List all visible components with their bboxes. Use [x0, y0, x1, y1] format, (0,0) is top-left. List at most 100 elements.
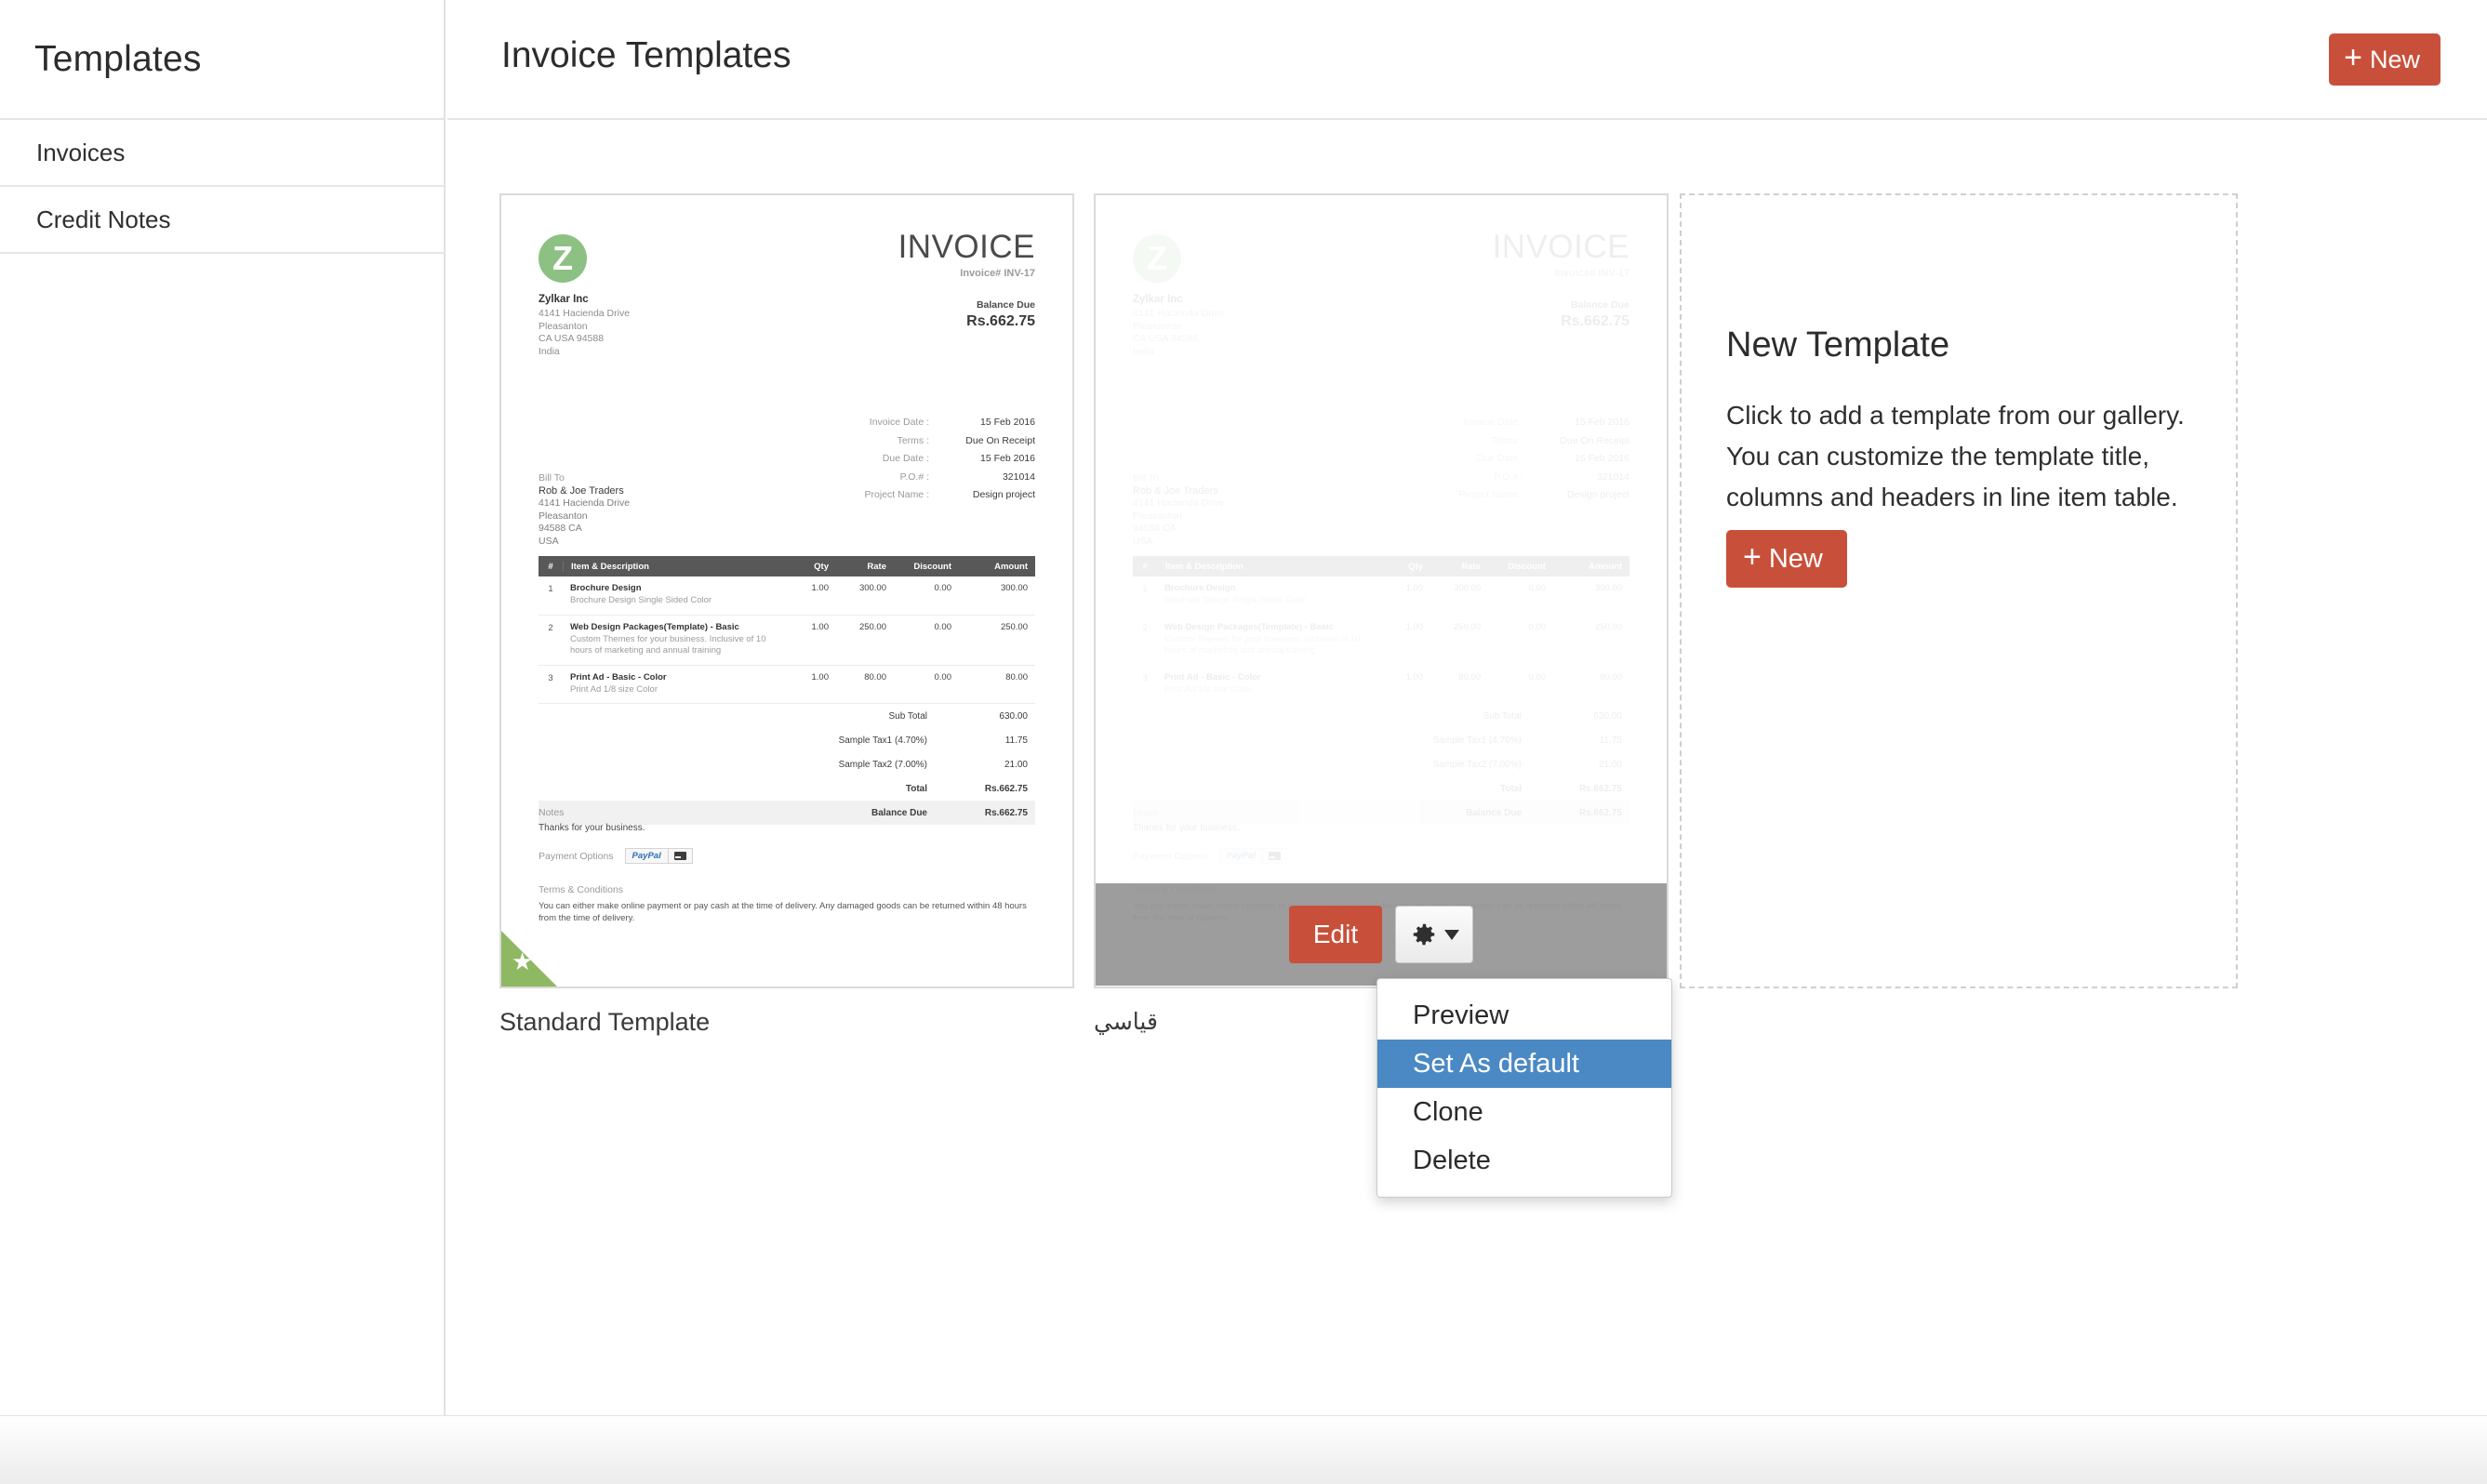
dropdown-item-delete[interactable]: Delete [1377, 1136, 1671, 1185]
column-header: Rate [867, 561, 886, 572]
notes-section: Notes Thanks for your business. Payment … [539, 807, 1035, 924]
row-qty: 1.00 [811, 671, 830, 682]
meta-row: P.O.# : 321014 [728, 471, 1035, 483]
bill-to-address: 4141 Hacienda Drive Pleasanton 94588 CA … [539, 497, 631, 547]
meta-key: Due Date : [882, 453, 929, 464]
plus-icon: + [2344, 40, 2362, 75]
meta-value: Design project [1566, 489, 1629, 500]
total-row-tax1: Sample Tax1 (4.70%) 11.75 [1133, 728, 1629, 752]
total-label: Sample Tax1 (4.70%) [1432, 735, 1522, 746]
meta-key: P.O.# : [899, 470, 929, 483]
document-type-heading: INVOICE [898, 229, 1035, 265]
bill-to-name: Rob & Joe Traders [1133, 484, 1218, 497]
item-name: Brochure Design [1164, 583, 1236, 593]
total-row-total: Total Rs.662.75 [539, 776, 1035, 801]
meta-key: P.O.# : [1494, 470, 1523, 483]
item-desc: Brochure Design Single Sided Color [1164, 595, 1307, 605]
row-description: Web Design Packages(Template) - Basic Cu… [1157, 622, 1375, 657]
column-header: Discount [913, 561, 951, 572]
credit-card-icon [1261, 849, 1286, 863]
row-discount: 0.00 [934, 671, 952, 682]
gear-icon [1413, 923, 1434, 946]
item-name: Print Ad - Basic - Color [1164, 671, 1261, 682]
star-icon: ★ [512, 947, 534, 975]
meta-row: Project Name : Design project [728, 489, 1035, 500]
meta-key: Terms : [897, 434, 929, 446]
total-value: Rs.662.75 [1578, 783, 1622, 794]
edit-template-button[interactable]: Edit [1289, 906, 1382, 963]
sidebar: Templates Invoices Credit Notes [0, 0, 446, 1484]
row-amount: 80.00 [1005, 671, 1028, 682]
total-value: 630.00 [1593, 710, 1622, 722]
total-row-tax1: Sample Tax1 (4.70%) 11.75 [539, 728, 1035, 752]
table-row: 3 Print Ad - Basic - Color Print Ad 1/8 … [539, 666, 1035, 704]
meta-value: 321014 [1002, 470, 1035, 483]
new-template-button-top[interactable]: + New [2329, 33, 2440, 86]
payment-options-label: Payment Options [539, 850, 614, 862]
table-row: 3 Print Ad - Basic - Color Print Ad 1/8 … [1133, 666, 1629, 704]
company-logo-icon: Z [539, 234, 587, 283]
total-label: Sub Total [888, 710, 927, 722]
template-card-arabic[interactable]: Z Zylkar Inc 4141 Hacienda Drive Pleasan… [1094, 193, 1669, 988]
total-label: Sample Tax1 (4.70%) [838, 735, 927, 746]
templates-page: Templates Invoices Credit Notes Invoice … [0, 0, 2487, 1484]
item-desc: Brochure Design Single Sided Color [570, 595, 712, 605]
template-card-standard[interactable]: Z Zylkar Inc 4141 Hacienda Drive Pleasan… [499, 193, 1074, 988]
column-header: Amount [994, 561, 1028, 572]
row-description: Print Ad - Basic - Color Print Ad 1/8 si… [1157, 672, 1375, 696]
meta-value: 15 Feb 2016 [980, 417, 1035, 428]
invoice-number: Invoice# INV-17 [960, 268, 1035, 279]
row-discount: 0.00 [1528, 583, 1547, 593]
bill-to-address: 4141 Hacienda Drive Pleasanton 94588 CA … [1133, 497, 1225, 547]
total-label: Sub Total [1483, 710, 1522, 722]
new-template-description: Click to add a template from our gallery… [1726, 401, 2185, 511]
dropdown-item-set-as-default[interactable]: Set As default [1377, 1040, 1671, 1088]
meta-key: Project Name : [1458, 489, 1523, 500]
invoice-header: Z Zylkar Inc 4141 Hacienda Drive Pleasan… [539, 229, 1035, 368]
balance-due-value: Rs.662.75 [1561, 313, 1629, 329]
row-description: Print Ad - Basic - Color Print Ad 1/8 si… [563, 672, 780, 696]
meta-key: Due Date : [1476, 453, 1523, 464]
new-template-panel[interactable]: New Template Click to add a template fro… [1680, 193, 2238, 988]
item-name: Print Ad - Basic - Color [570, 671, 667, 682]
new-template-button-panel[interactable]: + New [1726, 530, 1847, 588]
row-number: 2 [548, 622, 553, 633]
dropdown-item-label: Preview [1413, 1000, 1509, 1030]
meta-row: Due Date : 15 Feb 2016 [1323, 453, 1629, 464]
total-row-total: Total Rs.662.75 [1133, 776, 1629, 801]
row-discount: 0.00 [1528, 671, 1547, 682]
sidebar-header: Templates [0, 0, 444, 120]
sidebar-item-invoices[interactable]: Invoices [0, 120, 444, 187]
meta-row: P.O.# : 321014 [1323, 471, 1629, 483]
org-address: 4141 Hacienda Drive Pleasanton CA USA 94… [539, 308, 631, 357]
meta-row: Invoice Date : 15 Feb 2016 [1323, 417, 1629, 428]
payment-options: Payment Options PayPal [539, 848, 1035, 864]
meta-row: Terms : Due On Receipt [728, 435, 1035, 446]
notes-label: Notes [1133, 807, 1159, 818]
dropdown-item-clone[interactable]: Clone [1377, 1088, 1671, 1136]
bill-to-label: Bill To [1133, 472, 1159, 484]
meta-value: 15 Feb 2016 [1575, 417, 1629, 428]
notes-text: Thanks for your business. [539, 823, 645, 833]
payment-options: Payment Options PayPal [1133, 848, 1629, 864]
dropdown-item-preview[interactable]: Preview [1377, 991, 1671, 1040]
balance-due-label: Balance Due [1570, 299, 1629, 311]
row-discount: 0.00 [934, 621, 952, 632]
invoice-preview-faded: Z Zylkar Inc 4141 Hacienda Drive Pleasan… [1096, 195, 1667, 987]
row-number: 1 [1142, 584, 1148, 594]
meta-key: Invoice Date : [869, 417, 929, 428]
total-value: 21.00 [1598, 759, 1622, 770]
row-rate: 250.00 [858, 621, 886, 632]
template-options-dropdown: Preview Set As default Clone Delete [1376, 978, 1672, 1198]
template-label-standard: Standard Template [499, 1008, 711, 1036]
sidebar-title: Templates [34, 38, 202, 79]
meta-value: Due On Receipt [965, 434, 1035, 446]
terms-label: Terms & Conditions [539, 884, 624, 895]
notes-label: Notes [539, 807, 565, 818]
table-header-row: # Item & Description Qty Rate Discount A… [1133, 556, 1629, 576]
total-value: 21.00 [1004, 759, 1028, 770]
sidebar-item-credit-notes[interactable]: Credit Notes [0, 187, 444, 254]
invoice-meta-list: Invoice Date : 15 Feb 2016 Terms : Due O… [728, 417, 1035, 508]
template-options-button[interactable] [1395, 906, 1473, 963]
item-desc: Print Ad 1/8 size Color [1164, 683, 1252, 695]
